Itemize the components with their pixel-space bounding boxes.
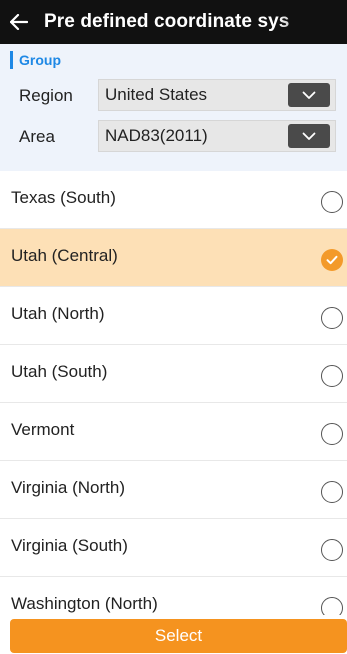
list-item-selected[interactable]: Utah (Central) xyxy=(0,229,347,287)
region-value: United States xyxy=(105,85,208,104)
list-item[interactable]: Washington (North) xyxy=(0,577,347,615)
list-item[interactable]: Utah (North) xyxy=(0,287,347,345)
list-item-label: Utah (South) xyxy=(11,362,108,381)
region-select[interactable]: United States xyxy=(98,79,336,111)
radio-button[interactable] xyxy=(321,191,343,213)
list-item[interactable]: Utah (South) xyxy=(0,345,347,403)
region-row: Region United States xyxy=(0,77,347,115)
list-item[interactable]: Virginia (South) xyxy=(0,519,347,577)
chevron-down-icon xyxy=(302,91,316,99)
radio-button[interactable] xyxy=(321,423,343,445)
radio-button-checked[interactable] xyxy=(321,249,343,271)
list-item[interactable]: Vermont xyxy=(0,403,347,461)
region-label: Region xyxy=(19,86,73,105)
list-item-label: Washington (North) xyxy=(11,594,158,613)
list-item-label: Utah (Central) xyxy=(11,246,118,265)
select-button[interactable]: Select xyxy=(10,619,347,653)
radio-button[interactable] xyxy=(321,539,343,561)
area-value: NAD83(2011) xyxy=(105,126,208,145)
list-item-label: Utah (North) xyxy=(11,304,105,323)
chevron-down-icon xyxy=(302,132,316,140)
area-label: Area xyxy=(19,127,55,146)
list-item-label: Virginia (South) xyxy=(11,536,128,555)
radio-button[interactable] xyxy=(321,365,343,387)
area-dropdown-button[interactable] xyxy=(288,124,330,148)
area-row: Area NAD83(2011) xyxy=(0,118,347,156)
radio-button[interactable] xyxy=(321,307,343,329)
list-item-label: Texas (South) xyxy=(11,188,116,207)
page-title: Pre defined coordinate sys xyxy=(44,11,290,32)
coordinate-system-list[interactable]: Texas (South) Utah (Central) Utah (North… xyxy=(0,171,347,615)
region-dropdown-button[interactable] xyxy=(288,83,330,107)
list-item[interactable]: Virginia (North) xyxy=(0,461,347,519)
app-bar: Pre defined coordinate sys xyxy=(0,0,347,44)
area-select[interactable]: NAD83(2011) xyxy=(98,120,336,152)
group-section: Group Region United States Area NAD83(20… xyxy=(0,44,347,171)
list-item[interactable]: Texas (South) xyxy=(0,171,347,229)
checkmark-icon xyxy=(326,255,338,265)
radio-button[interactable] xyxy=(321,597,343,615)
title-fade xyxy=(277,0,347,44)
group-label: Group xyxy=(10,51,61,69)
list-item-label: Virginia (North) xyxy=(11,478,126,497)
arrow-left-icon[interactable] xyxy=(0,14,44,30)
radio-button[interactable] xyxy=(321,481,343,503)
list-item-label: Vermont xyxy=(11,420,75,439)
